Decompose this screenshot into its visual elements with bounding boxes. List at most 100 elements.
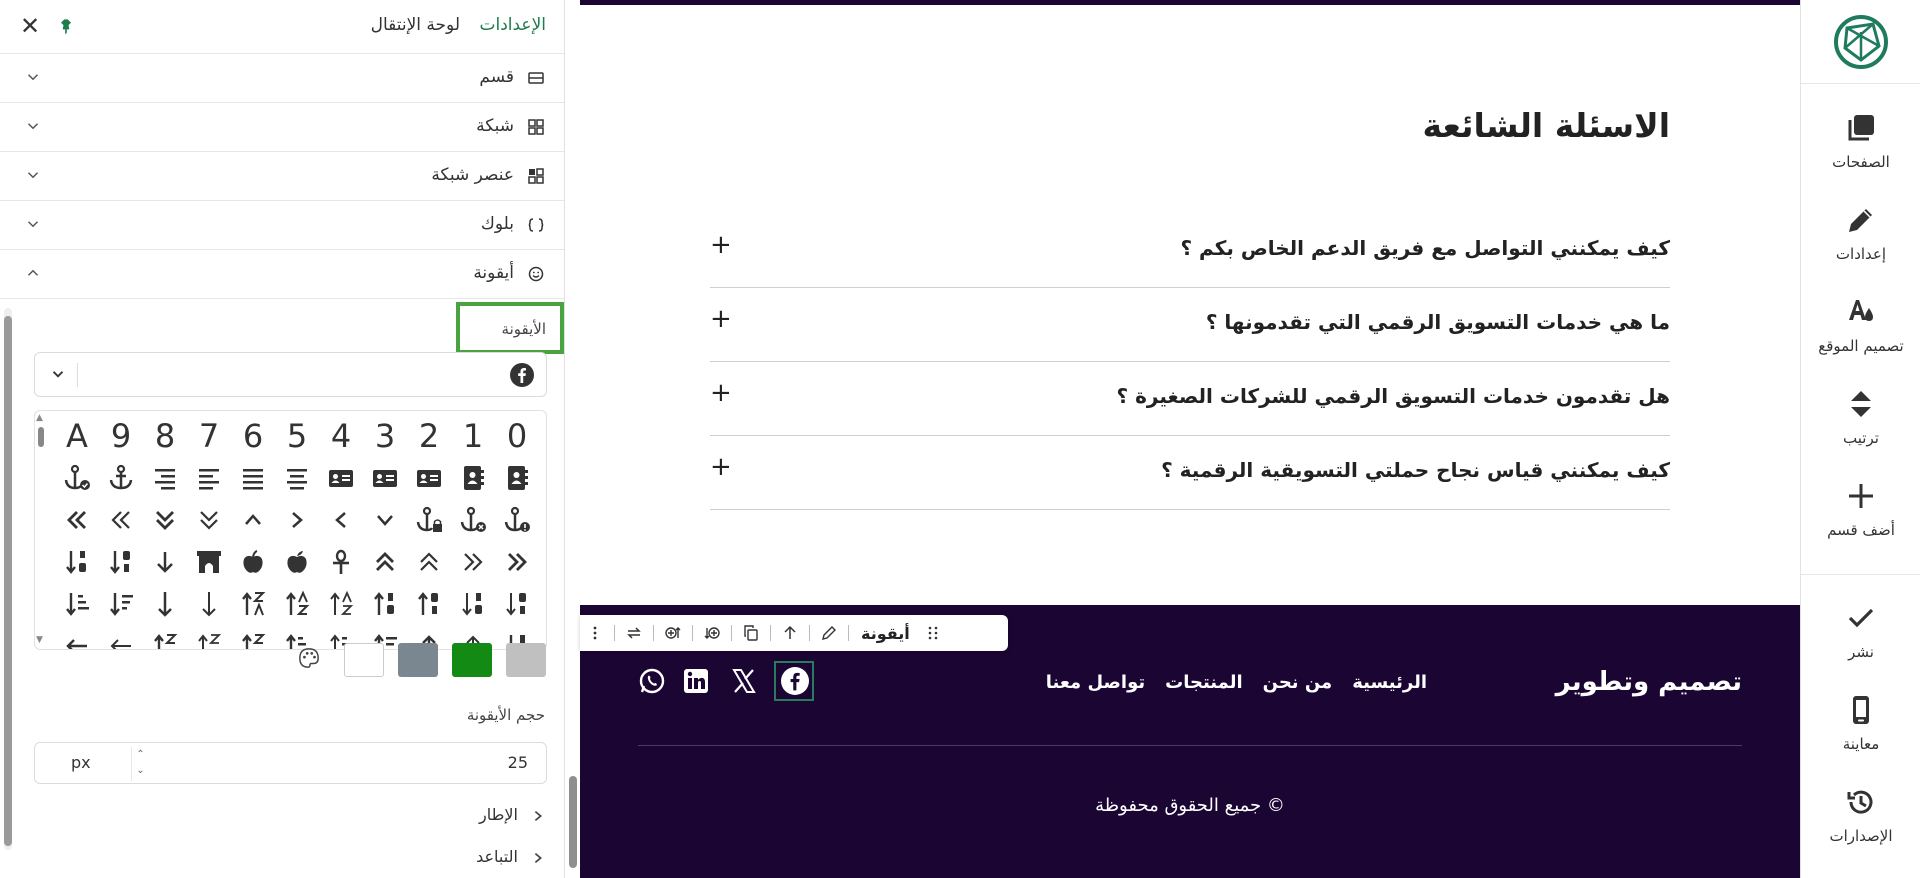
angle-down-icon[interactable]: [363, 499, 407, 541]
icon-option-2[interactable]: 2: [407, 415, 451, 457]
add-after-icon[interactable]: [697, 615, 727, 651]
address-card-icon[interactable]: [319, 457, 363, 499]
address-book-icon[interactable]: [451, 457, 495, 499]
arrow-left-icon[interactable]: [55, 625, 99, 649]
icon-option-5[interactable]: 5: [275, 415, 319, 457]
faq-item[interactable]: كيف يمكنني قياس نجاح حملتي التسويقية الر…: [710, 436, 1670, 510]
accordion-grid-item[interactable]: عنصر شبكة: [0, 152, 564, 201]
duplicate-icon[interactable]: [736, 615, 766, 651]
faq-question[interactable]: ما هي خدمات التسويق الرقمي التي تقدمونها…: [1206, 310, 1670, 334]
faq-item[interactable]: ما هي خدمات التسويق الرقمي التي تقدمونها…: [710, 288, 1670, 362]
more-options-icon[interactable]: [580, 615, 610, 651]
angle-left-icon[interactable]: [319, 499, 363, 541]
icon-option-7[interactable]: 7: [187, 415, 231, 457]
icon-size-stepper[interactable]: ⌃ ⌄: [131, 747, 145, 781]
angle-up-icon[interactable]: [231, 499, 275, 541]
icon-size-value[interactable]: 25: [508, 753, 528, 772]
footer-link-home[interactable]: الرئيسية: [1352, 672, 1427, 693]
arrow-down-long-icon[interactable]: [187, 583, 231, 625]
align-center-icon[interactable]: [275, 457, 319, 499]
color-swatch-gray[interactable]: [398, 643, 438, 677]
apple-whole-icon[interactable]: [231, 541, 275, 583]
arrow-up-z-a-icon[interactable]: [187, 625, 231, 649]
arrow-up-1-9-icon[interactable]: [363, 583, 407, 625]
accordion-icon[interactable]: أيقونة: [0, 250, 564, 299]
sidebar-item-sort[interactable]: ترتيب: [1801, 388, 1920, 447]
angles-down-icon[interactable]: [143, 499, 187, 541]
spacing-row[interactable]: التباعد: [476, 847, 545, 866]
address-book-icon[interactable]: [495, 457, 539, 499]
arrow-down-long-icon[interactable]: [143, 583, 187, 625]
icon-option-4[interactable]: 4: [319, 415, 363, 457]
icon-option-3[interactable]: 3: [363, 415, 407, 457]
ankh-icon[interactable]: [319, 541, 363, 583]
sidebar-item-publish[interactable]: نشر: [1801, 602, 1920, 661]
address-card-icon[interactable]: [407, 457, 451, 499]
footer-link-about[interactable]: من نحن: [1263, 672, 1333, 693]
panel-scrollbar[interactable]: [4, 308, 12, 850]
border-row[interactable]: الإطار: [479, 805, 545, 824]
angles-right-icon[interactable]: [495, 541, 539, 583]
plus-icon[interactable]: +: [710, 304, 732, 334]
arrow-down-9-1-icon[interactable]: [495, 583, 539, 625]
angles-left-icon[interactable]: [55, 499, 99, 541]
icon-option-8[interactable]: 8: [143, 415, 187, 457]
arrow-down-icon[interactable]: [143, 541, 187, 583]
add-before-icon[interactable]: [658, 615, 688, 651]
chevron-down-icon[interactable]: [49, 365, 67, 383]
apple-icon[interactable]: [275, 541, 319, 583]
anchor-exclamation-icon[interactable]: [495, 499, 539, 541]
arrow-down-short-wide-icon[interactable]: [55, 583, 99, 625]
color-swatch-light-gray[interactable]: [506, 643, 546, 677]
whatsapp-icon[interactable]: [638, 667, 666, 695]
icon-option-9[interactable]: 9: [99, 415, 143, 457]
icon-option-A[interactable]: A: [55, 415, 99, 457]
angles-left-icon[interactable]: [99, 499, 143, 541]
align-left-icon[interactable]: [187, 457, 231, 499]
angles-up-icon[interactable]: [407, 541, 451, 583]
arrow-down-1-9-icon[interactable]: [451, 583, 495, 625]
arrow-up-a-z-icon[interactable]: [275, 583, 319, 625]
panel-scrollbar-outer[interactable]: [569, 306, 577, 871]
plus-icon[interactable]: +: [710, 378, 732, 408]
arrow-up-icon[interactable]: [775, 615, 805, 651]
tab-settings[interactable]: الإعدادات: [479, 15, 546, 35]
logo-icon[interactable]: [1833, 14, 1889, 70]
sidebar-item-versions[interactable]: الإصدارات: [1801, 786, 1920, 845]
drag-handle-icon[interactable]: [918, 615, 948, 651]
color-swatch-white[interactable]: [344, 643, 384, 677]
sidebar-item-settings[interactable]: إعدادات: [1801, 204, 1920, 263]
arrow-down-wide-short-icon[interactable]: [99, 583, 143, 625]
footer-link-contact[interactable]: تواصل معنا: [1046, 672, 1145, 693]
plus-icon[interactable]: +: [710, 230, 732, 260]
linkedin-icon[interactable]: [682, 667, 710, 695]
accordion-section[interactable]: قسم: [0, 54, 564, 103]
sidebar-item-add-section[interactable]: أضف قسم: [1801, 480, 1920, 539]
palette-icon[interactable]: [298, 647, 320, 669]
icon-option-6[interactable]: 6: [231, 415, 275, 457]
angles-down-icon[interactable]: [187, 499, 231, 541]
sidebar-item-design[interactable]: تصميم الموقع: [1801, 296, 1920, 355]
angle-right-icon[interactable]: [275, 499, 319, 541]
footer-link-products[interactable]: المنتجات: [1165, 672, 1243, 693]
icon-size-unit[interactable]: px: [71, 753, 91, 772]
color-swatch-green[interactable]: [452, 643, 492, 677]
arrow-up-a-z-icon[interactable]: [319, 583, 363, 625]
swap-icon[interactable]: [619, 615, 649, 651]
arrow-up-z-a-icon[interactable]: [231, 625, 275, 649]
anchor-icon[interactable]: [99, 457, 143, 499]
arrow-down-1-9-icon[interactable]: [55, 541, 99, 583]
align-right-icon[interactable]: [143, 457, 187, 499]
faq-question[interactable]: كيف يمكنني قياس نجاح حملتي التسويقية الر…: [1161, 458, 1670, 482]
arrow-down-9-1-icon[interactable]: [99, 541, 143, 583]
anchor-xmark-icon[interactable]: [451, 499, 495, 541]
pencil-icon[interactable]: [814, 615, 844, 651]
plus-icon[interactable]: +: [710, 452, 732, 482]
angles-right-icon[interactable]: [451, 541, 495, 583]
align-justify-icon[interactable]: [231, 457, 275, 499]
tab-navigation[interactable]: لوحة الإنتقال: [371, 15, 460, 35]
arrow-up-z-a-icon[interactable]: [143, 625, 187, 649]
faq-question[interactable]: كيف يمكنني التواصل مع فريق الدعم الخاص ب…: [1180, 236, 1670, 260]
pin-icon[interactable]: [56, 14, 76, 38]
close-icon[interactable]: ✕: [20, 13, 40, 39]
